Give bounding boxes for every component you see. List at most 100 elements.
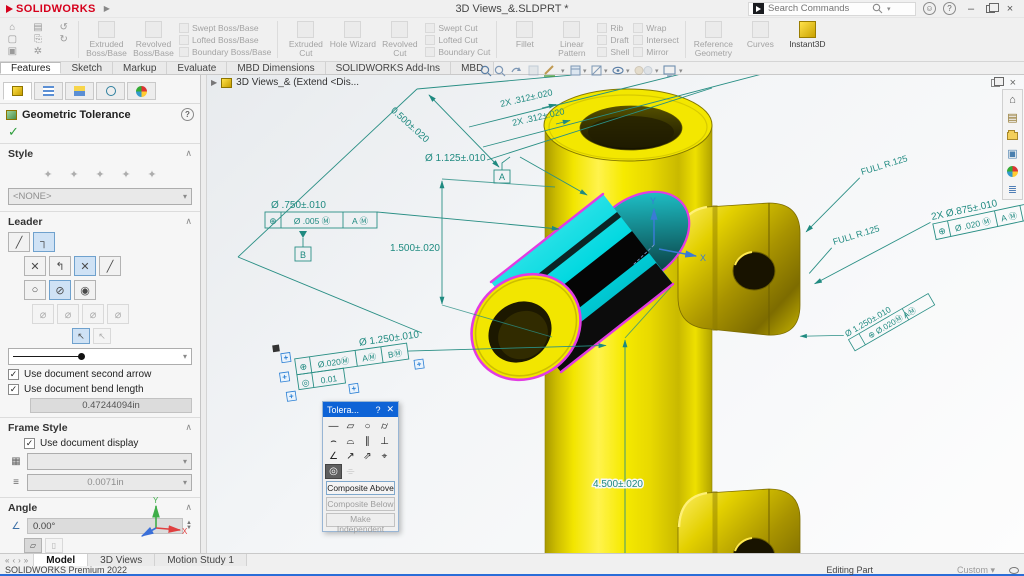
- feature-tree-flyout[interactable]: ▶ 3D Views_& (Extend <Dis...: [211, 77, 359, 88]
- dialog-action-button[interactable]: Composite Below: [326, 497, 395, 511]
- leader-style-button[interactable]: ╱: [8, 232, 30, 252]
- frame-display-checkbox-row[interactable]: ✓Use document display: [0, 436, 200, 451]
- ribbon-small-button[interactable]: Shell: [597, 47, 629, 57]
- section-view-icon[interactable]: [529, 66, 538, 75]
- bend-length-checkbox-row[interactable]: ✓Use document bend length: [0, 382, 200, 397]
- gdt-symbol-button[interactable]: ∠: [325, 449, 342, 464]
- tree-root-label[interactable]: 3D Views_& (Extend <Dis...: [236, 77, 359, 88]
- view-palette-icon[interactable]: ▣: [1004, 146, 1021, 161]
- ribbon-big-button[interactable]: Reference Geometry: [690, 19, 737, 60]
- angle-free-button[interactable]: ▯: [45, 538, 63, 553]
- home-icon[interactable]: ⌂: [9, 22, 15, 33]
- leader-circle-button[interactable]: ◉: [74, 280, 96, 300]
- appearance-sphere-icon[interactable]: [635, 67, 652, 75]
- search-commands-box[interactable]: ▾: [748, 2, 916, 16]
- command-tab[interactable]: MBD Dimensions: [227, 62, 325, 74]
- style-favorite-button[interactable]: ✦: [115, 164, 137, 184]
- menu-flyout-arrow-icon[interactable]: ▶: [104, 4, 110, 13]
- pm-tab-dimxpert[interactable]: [96, 82, 125, 100]
- help-icon[interactable]: ?: [943, 2, 956, 15]
- ribbon-small-button[interactable]: Draft: [597, 35, 629, 45]
- restore-button[interactable]: [986, 5, 995, 13]
- fcf-750[interactable]: ⊕ Ø .005 Ⓜ A Ⓜ B: [265, 212, 377, 261]
- ribbon-big-button[interactable]: Fillet: [501, 19, 548, 60]
- magnifier-icon[interactable]: [872, 3, 883, 14]
- expand-arrow-icon[interactable]: ▶: [211, 78, 217, 87]
- open-icon[interactable]: ▣: [8, 46, 17, 57]
- tolerance-symbol-dialog[interactable]: Tolera... ? ✕ —▱○⌭⌢⌓∥⊥∠↗⇗⌖◎⌯ Composite A…: [322, 401, 399, 532]
- style-dropdown[interactable]: <NONE>▾: [8, 188, 192, 205]
- ribbon-big-button[interactable]: Linear Pattern: [548, 19, 595, 60]
- angle-snap-button[interactable]: ▱: [24, 538, 42, 553]
- leader-attach-button[interactable]: ╱: [99, 256, 121, 276]
- radius-callout-b[interactable]: FULL R.125: [801, 223, 886, 273]
- leader-diameter-button[interactable]: ⌀: [107, 304, 129, 324]
- pm-tab-appearances[interactable]: [127, 82, 156, 100]
- status-custom[interactable]: Custom ▾: [957, 565, 995, 576]
- appearances-icon[interactable]: [1004, 164, 1021, 179]
- leader-attach-button[interactable]: ↰: [49, 256, 71, 276]
- search-input[interactable]: [768, 3, 868, 14]
- gdt-symbol-button[interactable]: ⌯: [342, 464, 359, 479]
- document-tab[interactable]: Motion Study 1: [155, 554, 247, 566]
- leader-attach-button[interactable]: ✕: [74, 256, 96, 276]
- gdt-symbol-button[interactable]: ⊥: [376, 434, 393, 449]
- gdt-symbol-button[interactable]: ▱: [342, 419, 359, 434]
- pm-tab-featuremanager[interactable]: [34, 82, 63, 100]
- datum-a[interactable]: A: [494, 170, 510, 183]
- leader-section-header[interactable]: Leader∧: [0, 212, 200, 230]
- second-arrow-checkbox-row[interactable]: ✓Use document second arrow: [0, 367, 200, 382]
- leader-diameter-button[interactable]: ⌀: [32, 304, 54, 324]
- ribbon-big-button[interactable]: Revolved Cut: [376, 19, 423, 60]
- settings-gear-icon[interactable]: ✲: [34, 46, 42, 57]
- ribbon-big-button[interactable]: Hole Wizard: [329, 19, 376, 60]
- ribbon-big-button[interactable]: Revolved Boss/Base: [130, 19, 177, 60]
- pm-tab-propertymanager[interactable]: [3, 82, 32, 100]
- ribbon-small-button[interactable]: Wrap: [633, 23, 679, 33]
- gdt-symbol-button[interactable]: ○: [359, 419, 376, 434]
- zoom-area-icon[interactable]: [495, 66, 505, 76]
- gdt-symbol-button[interactable]: ⌓: [342, 434, 359, 449]
- gdt-symbol-button[interactable]: ⌖: [376, 449, 393, 464]
- ribbon-big-button[interactable]: Extruded Boss/Base: [83, 19, 130, 60]
- command-tab[interactable]: Evaluate: [167, 62, 227, 74]
- search-caret-icon[interactable]: ▾: [887, 5, 891, 13]
- command-tab[interactable]: SOLIDWORKS Add-Ins: [326, 62, 451, 74]
- ribbon-big-button[interactable]: Extruded Cut: [282, 19, 329, 60]
- dialog-title-bar[interactable]: Tolera... ? ✕: [323, 402, 398, 417]
- ribbon-big-button[interactable]: Instant3D: [784, 19, 831, 60]
- gdt-symbol-button[interactable]: ↗: [342, 449, 359, 464]
- style-section-header[interactable]: Style∧: [0, 144, 200, 162]
- leader-jog-button[interactable]: ↖: [72, 328, 90, 344]
- ribbon-small-button[interactable]: Lofted Boss/Base: [179, 35, 271, 45]
- undo-icon[interactable]: ↺: [59, 22, 67, 33]
- design-library-icon[interactable]: ▤: [1004, 110, 1021, 125]
- leader-jog-button[interactable]: ↖: [93, 328, 111, 344]
- gdt-symbol-button[interactable]: ◎: [325, 464, 342, 479]
- print-icon[interactable]: ⎘: [34, 34, 42, 45]
- style-favorite-button[interactable]: ✦: [141, 164, 163, 184]
- ribbon-small-button[interactable]: Intersect: [633, 35, 679, 45]
- ribbon-small-button[interactable]: Lofted Cut: [425, 35, 490, 45]
- markup-pen-icon[interactable]: [544, 66, 555, 76]
- file-explorer-icon[interactable]: [1004, 128, 1021, 143]
- ribbon-big-button[interactable]: Curves: [737, 19, 784, 60]
- frame-line-style-dropdown[interactable]: ▾: [27, 453, 192, 470]
- headsup-icons[interactable]: ▾ ▾ ▾ ▾ ▾ ▾: [479, 63, 689, 79]
- gdt-symbol-button[interactable]: ∥: [359, 434, 376, 449]
- custom-properties-icon[interactable]: ≣: [1004, 182, 1021, 197]
- gdt-symbol-button[interactable]: ⌭: [376, 419, 393, 434]
- save-icon[interactable]: ▤: [33, 22, 42, 33]
- leader-diameter-button[interactable]: ⌀: [57, 304, 79, 324]
- upper-lug[interactable]: [678, 203, 800, 335]
- minimize-button[interactable]: –: [963, 3, 979, 15]
- view-settings-monitor-icon[interactable]: [664, 66, 675, 76]
- ribbon-small-button[interactable]: Swept Boss/Base: [179, 23, 271, 33]
- leader-circle-button[interactable]: ○: [24, 280, 46, 300]
- command-tab[interactable]: Sketch: [61, 62, 113, 74]
- ribbon-small-button[interactable]: Swept Cut: [425, 23, 490, 33]
- view-orientation-cube-icon[interactable]: [571, 66, 580, 75]
- lower-lug[interactable]: [678, 489, 800, 553]
- checkbox-checked-icon[interactable]: ✓: [8, 384, 19, 395]
- frame-thickness-dropdown[interactable]: 0.0071in▾: [27, 474, 192, 491]
